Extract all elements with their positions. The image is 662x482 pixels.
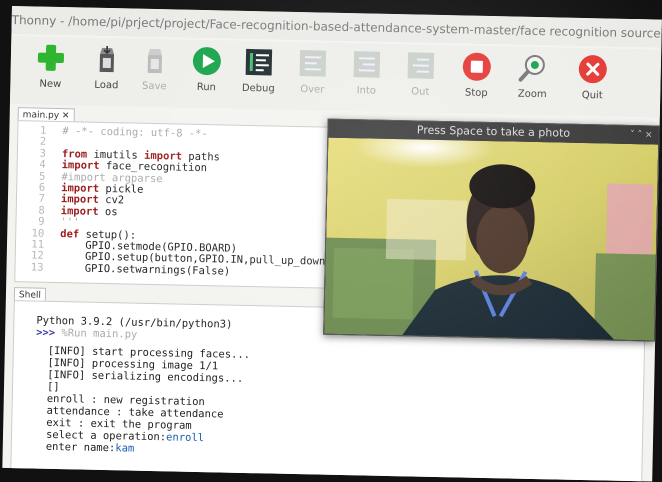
step-over-icon bbox=[299, 50, 327, 77]
close-icon bbox=[578, 55, 607, 84]
shell-operation-input: enroll bbox=[165, 431, 205, 445]
folder-icon bbox=[99, 45, 115, 73]
play-icon bbox=[192, 47, 221, 76]
stop-label: Stop bbox=[464, 87, 488, 99]
stop-icon bbox=[462, 52, 491, 81]
shell-command: %Run main.py bbox=[61, 327, 138, 341]
over-label: Over bbox=[300, 84, 325, 96]
zoom-label: Zoom bbox=[517, 88, 547, 101]
plus-icon bbox=[37, 44, 64, 71]
shell-output-line: [INFO] serializing encodings... bbox=[47, 368, 244, 385]
shell-name-prompt: enter name: bbox=[45, 440, 116, 455]
run-button[interactable]: Run bbox=[180, 46, 233, 94]
shell-name-line[interactable]: enter name:kam bbox=[45, 440, 135, 455]
line-number: 4 bbox=[39, 158, 46, 171]
desktop-screen: Thonny - /home/pi/prject/project/Face-re… bbox=[2, 6, 662, 482]
shell-name-input[interactable]: kam bbox=[115, 442, 134, 454]
save-icon bbox=[147, 48, 163, 74]
new-label: New bbox=[39, 78, 62, 91]
window-title: Thonny - /home/pi/prject/project/Face-re… bbox=[11, 12, 662, 42]
line-number-gutter: 1 2 3 4 5 6 7 8 9 10 11 12 13 bbox=[15, 125, 47, 274]
over-button[interactable]: Over bbox=[286, 48, 339, 96]
tab-close-icon[interactable]: ✕ bbox=[62, 111, 70, 121]
step-out-icon bbox=[407, 52, 435, 79]
into-label: Into bbox=[356, 85, 377, 97]
load-label: Load bbox=[94, 79, 119, 92]
code-lines: # -*- coding: utf-8 -*- from imutils imp… bbox=[59, 125, 353, 280]
step-into-icon bbox=[353, 51, 381, 78]
shell-prompt: >>> bbox=[36, 326, 56, 339]
line-number: 9 bbox=[38, 215, 45, 228]
camera-feed bbox=[324, 137, 659, 341]
stop-button[interactable]: Stop bbox=[450, 51, 503, 99]
zoom-button[interactable]: Zoom bbox=[506, 52, 559, 100]
camera-window-title: Press Space to take a photo bbox=[416, 123, 571, 140]
run-label: Run bbox=[196, 81, 217, 94]
new-button[interactable]: New bbox=[24, 42, 77, 90]
quit-button[interactable]: Quit bbox=[566, 54, 619, 102]
shell-run-line: >>> %Run main.py bbox=[36, 326, 138, 342]
line-number: 13 bbox=[30, 261, 44, 274]
zoom-icon bbox=[518, 54, 545, 82]
save-label: Save bbox=[141, 80, 167, 93]
camera-preview-window[interactable]: Press Space to take a photo ˅ ˄ × bbox=[323, 118, 660, 342]
debug-button[interactable]: Debug bbox=[232, 47, 285, 95]
window-controls[interactable]: ˅ ˄ × bbox=[630, 126, 653, 144]
debug-label: Debug bbox=[241, 82, 275, 95]
load-button[interactable]: Load bbox=[80, 43, 133, 91]
into-button[interactable]: Into bbox=[340, 49, 393, 97]
save-button[interactable]: Save bbox=[128, 44, 181, 92]
quit-label: Quit bbox=[581, 89, 603, 102]
out-button[interactable]: Out bbox=[394, 50, 447, 98]
out-label: Out bbox=[411, 86, 430, 98]
debug-icon bbox=[245, 48, 273, 76]
